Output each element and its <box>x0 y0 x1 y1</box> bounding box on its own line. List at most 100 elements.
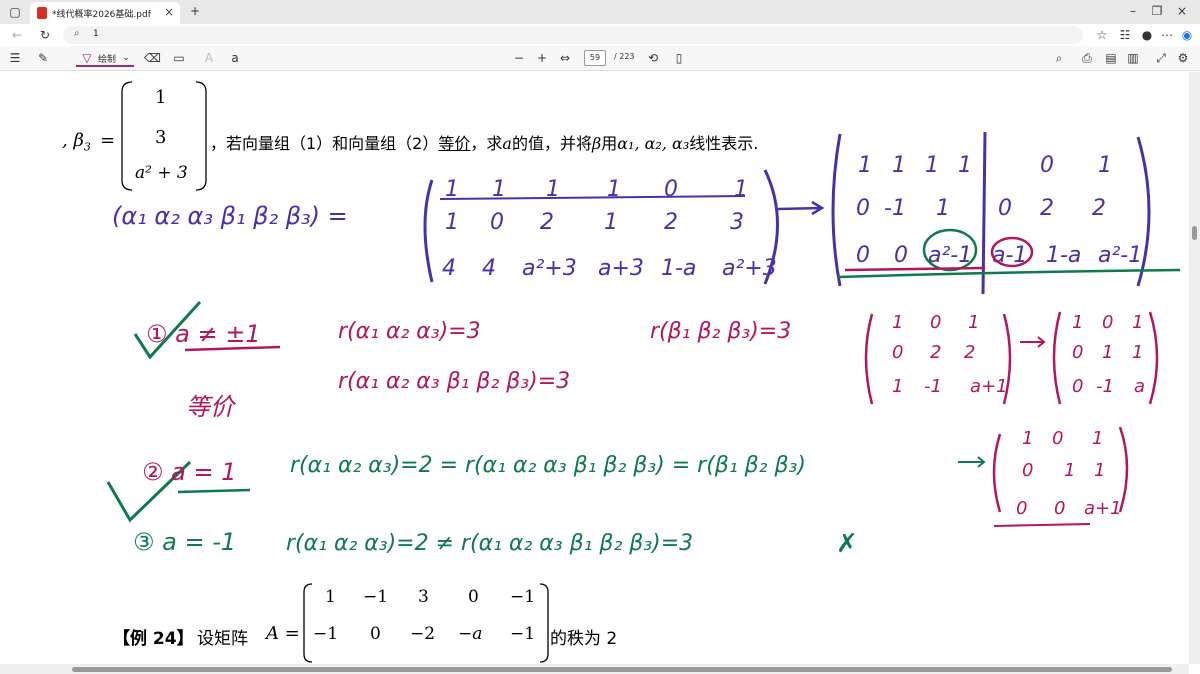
read-aloud-icon[interactable]: a <box>228 50 242 66</box>
fullscreen-icon[interactable]: ⤢ <box>1154 50 1168 66</box>
new-tab-icon[interactable]: + <box>188 3 202 19</box>
m2-r3c3: a <box>1134 376 1145 397</box>
ech-r1c2: 1 <box>892 153 906 178</box>
tab-pdf[interactable]: *线代概率2026基础.pdf × <box>30 2 180 24</box>
m3-underline <box>993 523 1091 527</box>
blue-r3c4: a+3 <box>598 256 644 281</box>
echelon-divider <box>981 131 987 295</box>
close-window-icon[interactable]: × <box>1175 3 1189 19</box>
matrix-beta3-left-bracket <box>121 81 133 191</box>
blue-r1c4: 1 <box>607 177 621 202</box>
m2-r1c2: 0 <box>1102 312 1113 333</box>
minimize-icon[interactable]: – <box>1126 3 1140 19</box>
ech-r2c5: 2 <box>1040 196 1054 221</box>
ech-r3c1: 0 <box>856 243 870 268</box>
m3-r2c1: 0 <box>1022 460 1033 481</box>
m3-r1c2: 0 <box>1052 428 1063 449</box>
vertical-scroll-thumb[interactable] <box>1192 226 1197 240</box>
m1-r1c2: 0 <box>930 312 941 333</box>
ech-r1c3: 1 <box>925 153 939 178</box>
case2-arrow <box>958 456 986 468</box>
annotation-layer: (α₁ α₂ α₃ β₁ β₂ β₃) = 1 1 1 1 0 1 1 0 2 … <box>106 81 1181 663</box>
chevron-down-icon: ⌄ <box>122 53 130 63</box>
text-size-icon[interactable]: A <box>202 50 216 66</box>
horizontal-scrollbar[interactable] <box>0 664 1189 674</box>
rotate-icon[interactable]: ⟲ <box>646 50 660 66</box>
m3-r3c3: a+1 <box>1084 498 1122 519</box>
ech-r1c5: 0 <box>1040 153 1054 178</box>
m2-r3c2: -1 <box>1096 376 1114 397</box>
ech-r3c3: a²-1 <box>928 243 972 268</box>
example-left-bracket <box>303 583 313 663</box>
find-icon[interactable]: ⌕ <box>1052 50 1066 66</box>
case1-note: 等价 <box>186 393 237 421</box>
pink-underline-row3 <box>844 266 986 272</box>
contents-icon[interactable]: ☰ <box>8 50 22 66</box>
ech-r2c4: 0 <box>998 196 1012 221</box>
ech-r3c5: 1-a <box>1046 243 1081 268</box>
blue-lhs: (α₁ α₂ α₃ β₁ β₂ β₃) = <box>112 202 348 230</box>
ech-r2c3: 1 <box>936 196 950 221</box>
vertical-scrollbar[interactable] <box>1189 72 1200 664</box>
draw-icon: ▽ <box>82 51 92 65</box>
pdf-viewer-window: ▢ *线代概率2026基础.pdf × + – ❐ × ← ↻ ⌕ 1 ☆ ☷ … <box>0 0 1200 674</box>
blue-r3c1: 4 <box>442 256 456 281</box>
pdf-toolbar: ☰ ✎ ▽ 绘制 ⌄ ⌫ ▭ A a − + ⇔ 59 / 223 ⟲ ▯ ⌕ … <box>0 46 1200 71</box>
blue-strike-line <box>439 195 746 200</box>
collections-icon[interactable]: ☷ <box>1118 27 1132 43</box>
m2-r2c3: 1 <box>1132 342 1143 363</box>
m1-r3c1: 1 <box>892 376 903 397</box>
fit-page-icon[interactable]: ⇔ <box>558 50 572 66</box>
eraser-icon[interactable]: ⌫ <box>144 50 161 66</box>
blue-r1c5: 0 <box>664 177 678 202</box>
tab-strip: ▢ *线代概率2026基础.pdf × + – ❐ × <box>0 0 1200 24</box>
favorites-icon[interactable]: ☆ <box>1095 27 1109 43</box>
close-tab-icon[interactable]: × <box>164 5 174 19</box>
m2-right-paren <box>1148 311 1159 405</box>
address-input[interactable]: ⌕ 1 <box>63 26 1083 44</box>
blue-r3c3: a²+3 <box>522 256 577 281</box>
text-box-icon[interactable]: ▭ <box>172 50 186 66</box>
m2-r1c1: 1 <box>1072 312 1083 333</box>
window-menu-icon[interactable]: ▢ <box>8 4 22 20</box>
m1-r2c1: 0 <box>892 342 903 363</box>
m1-r2c3: 2 <box>964 342 975 363</box>
address-bar-row: ← ↻ ⌕ 1 ☆ ☷ ● ⋯ ◉ <box>0 24 1200 46</box>
page-number-input[interactable]: 59 <box>584 50 606 66</box>
blue-r2c6: 3 <box>730 210 744 235</box>
maximize-icon[interactable]: ❐ <box>1150 3 1164 19</box>
print-icon[interactable]: ⎙ <box>1080 50 1094 66</box>
settings-icon[interactable]: ⚙ <box>1176 50 1190 66</box>
m3-r3c1: 0 <box>1016 498 1027 519</box>
ech-r1c1: 1 <box>858 153 872 178</box>
page-view-icon[interactable]: ▯ <box>672 50 686 66</box>
draw-tool-button[interactable]: ▽ 绘制 ⌄ <box>76 49 134 67</box>
case1-label: ① a ≠ ±1 <box>146 320 261 348</box>
refresh-icon[interactable]: ↻ <box>38 27 52 43</box>
save-as-icon[interactable]: ▥ <box>1126 50 1140 66</box>
blue-arrow <box>777 200 825 216</box>
zoom-in-icon[interactable]: + <box>535 50 549 66</box>
example-right-bracket <box>539 583 549 663</box>
blue-r2c1: 1 <box>445 210 459 235</box>
back-icon[interactable]: ← <box>10 27 24 43</box>
matrix-beta3-right-bracket <box>195 81 207 191</box>
zoom-out-icon[interactable]: − <box>512 50 526 66</box>
horizontal-scroll-thumb[interactable] <box>72 667 1172 672</box>
pdf-icon <box>37 7 47 19</box>
green-underline-row3 <box>837 268 1181 279</box>
m1-left-paren <box>864 313 874 405</box>
copilot-icon[interactable]: ◉ <box>1180 27 1194 43</box>
case2-underline <box>177 488 251 494</box>
profile-icon[interactable]: ● <box>1140 27 1154 43</box>
m1-r1c3: 1 <box>968 312 979 333</box>
m1-r1c1: 1 <box>892 312 903 333</box>
save-icon[interactable]: ▤ <box>1104 50 1118 66</box>
blue-r2c3: 2 <box>540 210 554 235</box>
m1-r2c2: 2 <box>930 342 941 363</box>
echelon-left-paren <box>831 133 842 287</box>
highlight-icon[interactable]: ✎ <box>36 50 50 66</box>
case3-cross: ✗ <box>836 529 858 559</box>
pdf-page-content: , β3 = 1 3 a² + 3 ，若向量组（1）和向量组（2）等价，求a的值… <box>0 72 1189 664</box>
more-icon[interactable]: ⋯ <box>1160 27 1174 43</box>
